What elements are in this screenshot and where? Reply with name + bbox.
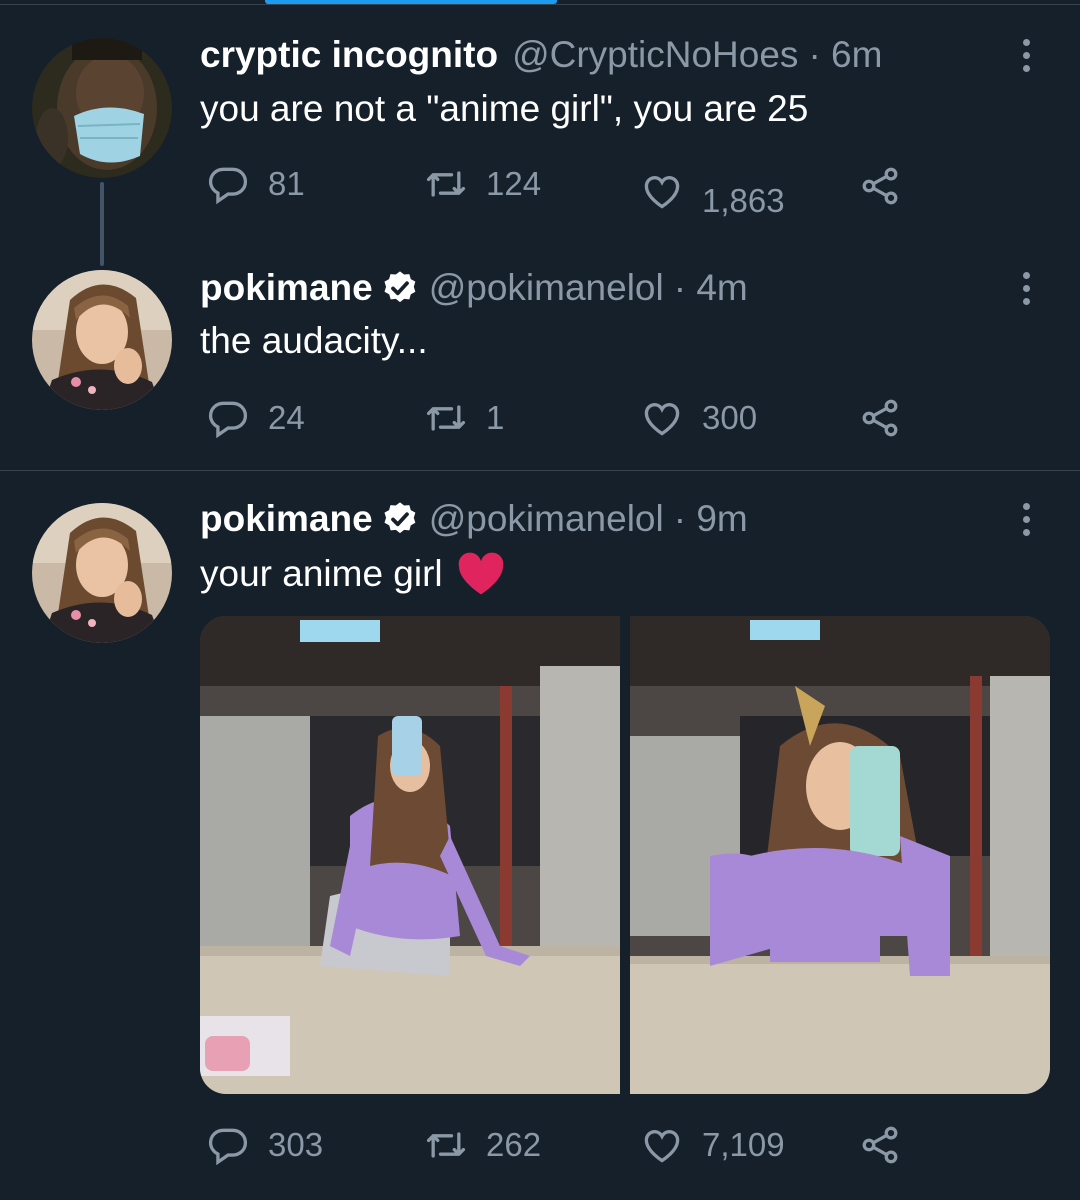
thread-connector-line	[100, 182, 104, 266]
share-icon	[862, 399, 898, 437]
reply-count: 303	[268, 1126, 324, 1163]
like-icon	[644, 1130, 680, 1163]
like-button[interactable]: 1,863	[640, 162, 785, 220]
more-icon[interactable]	[1012, 266, 1040, 310]
like-icon	[644, 176, 680, 209]
media-grid[interactable]	[200, 616, 1050, 1094]
author-handle[interactable]: @pokimanelol	[429, 266, 664, 310]
share-button[interactable]	[858, 164, 902, 213]
author-name[interactable]: cryptic incognito	[200, 33, 498, 77]
retweet-button[interactable]: 262	[424, 1123, 541, 1167]
tweet-header: cryptic incognito @CrypticNoHoes · 6m	[200, 33, 882, 77]
share-icon	[862, 1126, 898, 1164]
retweet-icon	[426, 405, 466, 431]
more-icon[interactable]	[1012, 497, 1040, 541]
retweet-button[interactable]: 1	[424, 396, 504, 440]
tweet-text: your anime girl	[200, 553, 443, 594]
like-count: 1,863	[702, 182, 785, 219]
retweet-icon	[426, 1132, 466, 1158]
tweet-text: the audacity...	[200, 320, 428, 361]
reply-button[interactable]: 81	[206, 162, 305, 206]
author-name[interactable]: pokimane	[200, 266, 373, 310]
like-count: 7,109	[702, 1126, 785, 1163]
more-icon[interactable]	[1012, 33, 1040, 77]
avatar[interactable]	[32, 503, 172, 643]
retweet-button[interactable]: 124	[424, 162, 541, 206]
tweet-timestamp[interactable]: · 9m	[674, 497, 748, 541]
tweet-text-row: your anime girl	[200, 551, 505, 597]
tweet-cryptic-incognito[interactable]: cryptic incognito @CrypticNoHoes · 6m yo…	[0, 0, 1080, 266]
like-icon	[644, 403, 680, 436]
reply-count: 81	[268, 165, 305, 202]
avatar[interactable]	[32, 270, 172, 410]
reply-button[interactable]: 303	[206, 1123, 323, 1167]
tweet-text: you are not a "anime girl", you are 25	[200, 88, 809, 129]
retweet-count: 1	[486, 399, 505, 436]
like-count: 300	[702, 399, 758, 436]
media-photo-1[interactable]	[200, 616, 620, 1094]
retweet-count: 262	[486, 1126, 542, 1163]
reply-icon	[208, 167, 248, 205]
author-name[interactable]: pokimane	[200, 497, 373, 541]
like-button[interactable]: 300	[640, 396, 757, 440]
reply-icon	[208, 401, 248, 439]
retweet-count: 124	[486, 165, 542, 202]
verified-badge-icon	[384, 271, 416, 303]
author-handle[interactable]: @CrypticNoHoes	[512, 33, 798, 77]
share-button[interactable]	[858, 396, 902, 445]
tweet-pokimane-media[interactable]: pokimane @pokimanelol · 9m your anime gi…	[0, 471, 1080, 1200]
tweet-pokimane-reply[interactable]: pokimane @pokimanelol · 4m the audacity.…	[0, 260, 1080, 470]
like-button[interactable]: 7,109	[640, 1123, 785, 1167]
reply-button[interactable]: 24	[206, 396, 305, 440]
reply-count: 24	[268, 399, 305, 436]
reply-icon	[208, 1128, 248, 1166]
avatar[interactable]	[32, 38, 172, 178]
share-button[interactable]	[858, 1123, 902, 1172]
verified-badge-icon	[384, 502, 416, 534]
author-handle[interactable]: @pokimanelol	[429, 497, 664, 541]
media-photo-2[interactable]	[630, 616, 1050, 1094]
retweet-icon	[426, 171, 466, 197]
tweet-timestamp[interactable]: · 6m	[808, 33, 882, 77]
tweet-timestamp[interactable]: · 4m	[674, 266, 748, 310]
red-heart-emoji-icon	[458, 552, 503, 595]
share-icon	[862, 167, 898, 205]
tweet-header: pokimane @pokimanelol · 4m	[200, 266, 748, 310]
tweet-header: pokimane @pokimanelol · 9m	[200, 497, 748, 541]
